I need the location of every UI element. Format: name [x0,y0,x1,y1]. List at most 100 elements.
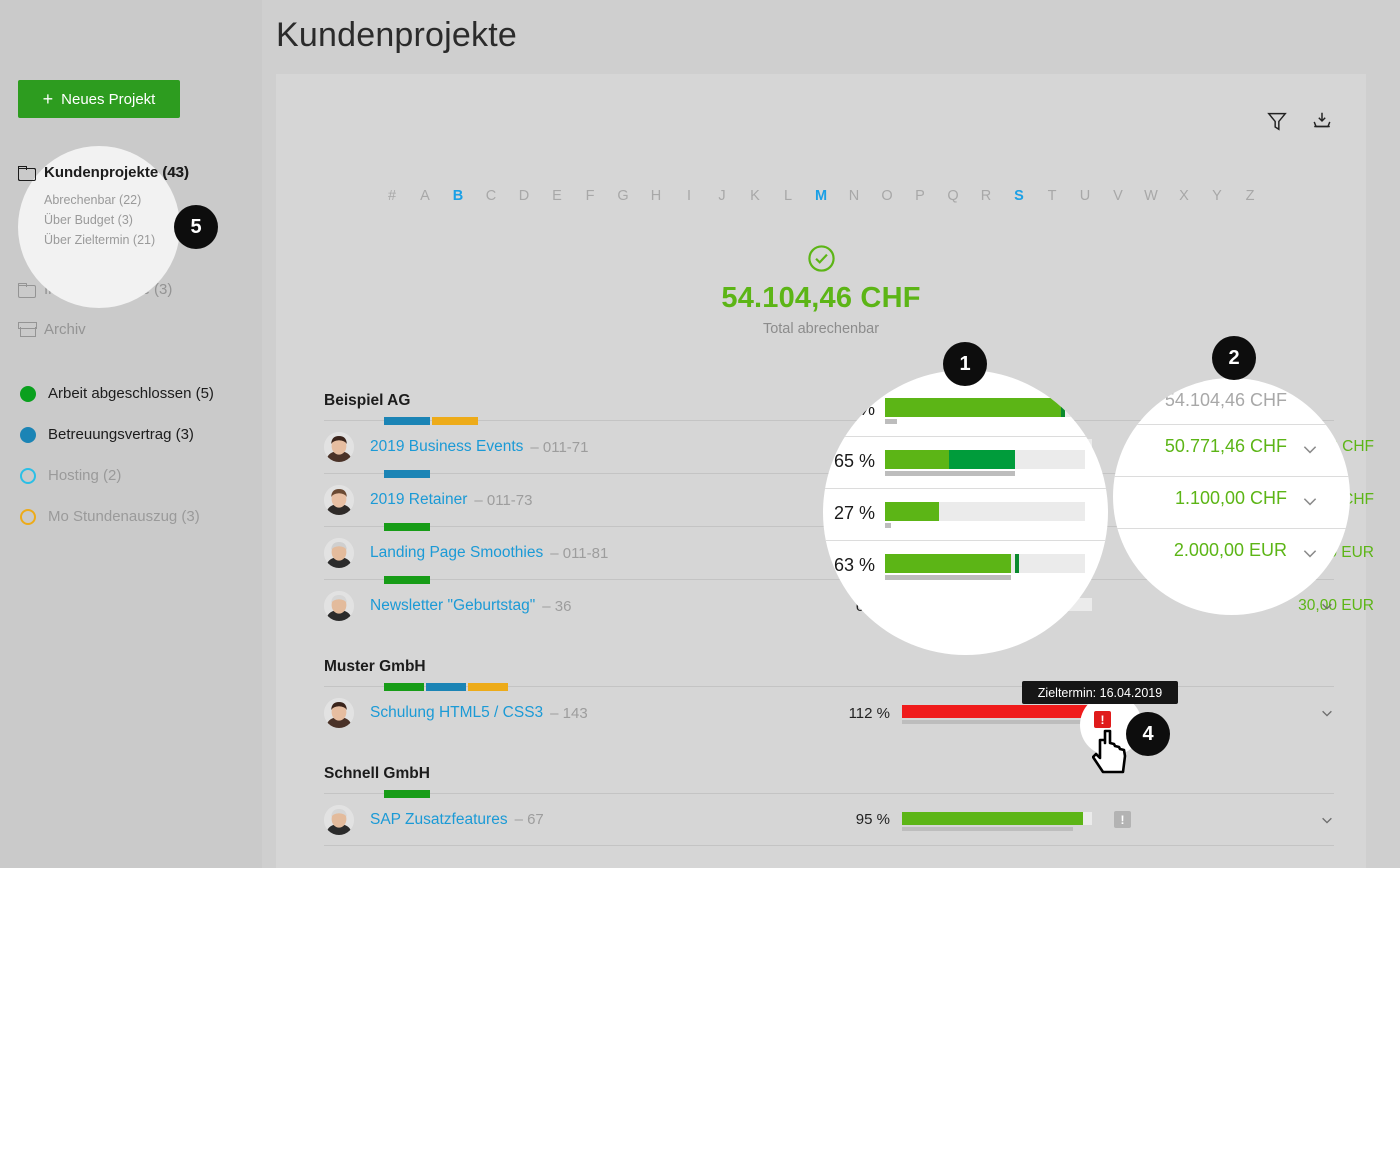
legend-item-betreuungsvertrag[interactable]: Betreuungsvertrag (3) [20,426,194,443]
check-circle-icon [276,244,1366,278]
warning-glyph: ! [1100,712,1105,727]
alpha-filter-l[interactable]: L [772,188,805,204]
alpha-filter-v[interactable]: V [1102,188,1135,204]
legend-item-arbeit-abgeschlossen[interactable]: Arbeit abgeschlossen (5) [20,385,214,402]
folder-icon [18,282,36,298]
avatar [324,538,354,568]
legend-item-mo-stundenauszug[interactable]: Mo Stundenauszug (3) [20,508,200,525]
alpha-filter-s[interactable]: S [1003,188,1036,204]
sidebar-item-archiv[interactable]: Archiv [18,321,86,338]
alpha-filter-hash[interactable]: # [376,188,409,204]
magnified-progress-content: 90 % 65 % 27 % 63 % [823,370,1108,655]
chevron-down-icon[interactable] [1301,440,1319,463]
project-number: – 36 [542,597,572,615]
alpha-filter-a[interactable]: A [409,188,442,204]
total-summary: 54.104,46 CHF Total abrechenbar [276,244,1366,337]
chevron-down-icon[interactable] [1320,599,1334,613]
sidebar-subitem-ueber-budget[interactable]: Über Budget (3) [44,210,189,230]
alpha-filter-y[interactable]: Y [1201,188,1234,204]
progress-bar[interactable] [885,398,1085,417]
chevron-down-icon[interactable] [1301,492,1319,515]
group-title-schnell-gmbh: Schnell GmbH [324,765,430,782]
sidebar-subitem-ueber-zieltermin[interactable]: Über Zieltermin (21) [44,230,189,250]
tag-segment [384,790,430,798]
sidebar: + Neues Projekt Kundenprojekte (43) Abre… [0,0,262,868]
progress-bar[interactable] [902,812,1092,831]
table-row[interactable]: Schulung HTML5 / CSS3 – 143 112 %! [324,683,1334,739]
table-row[interactable]: SAP Zusatzfeatures – 67 95 %! [324,790,1334,846]
legend-item-hosting[interactable]: Hosting (2) [20,467,121,484]
status-dot-icon [20,508,36,525]
alpha-filter-o[interactable]: O [871,188,904,204]
legend-label: Hosting (2) [48,467,122,484]
avatar [324,804,354,835]
project-tag-bar [384,470,430,478]
new-project-button[interactable]: + Neues Projekt [18,80,180,118]
callout-badge-5: 5 [174,205,218,249]
project-link[interactable]: 2019 Retainer [370,491,467,509]
progress-bar[interactable] [885,450,1085,469]
alpha-filter-f[interactable]: F [574,188,607,204]
total-caption: Total abrechenbar [762,321,880,337]
alpha-filter-q[interactable]: Q [937,188,970,204]
alpha-filter-c[interactable]: C [475,188,508,204]
folder-icon [18,165,36,181]
filter-icon[interactable] [1266,110,1288,137]
screenshot-root: Kundenprojekte + Neues Projekt Kundenpro… [0,0,1400,1157]
alpha-filter-r[interactable]: R [970,188,1003,204]
status-dot-icon [20,467,36,484]
progress-percent: 65 % [833,451,875,471]
alpha-filter-t[interactable]: T [1036,188,1069,204]
alpha-filter-x[interactable]: X [1168,188,1201,204]
legend-label: Arbeit abgeschlossen (5) [48,385,214,402]
avatar [324,698,354,728]
progress-bar[interactable] [885,502,1085,521]
alpha-filter-n[interactable]: N [838,188,871,204]
alpha-filter-k[interactable]: K [739,188,772,204]
alpha-filter-h[interactable]: H [640,188,673,204]
card-toolbar [1266,110,1334,137]
progress-bar[interactable] [885,554,1085,573]
project-link[interactable]: SAP Zusatzfeatures [370,811,508,829]
progress-percent: 112 % [848,704,890,722]
alpha-filter-p[interactable]: P [904,188,937,204]
tag-segment [432,417,478,425]
alpha-filter-u[interactable]: U [1069,188,1102,204]
sidebar-item-label: Kundenprojekte (43) [44,164,190,181]
sidebar-subitem-abrechenbar[interactable]: Abrechenbar (22) [44,190,189,210]
chevron-down-icon[interactable] [1320,813,1334,827]
alpha-filter-d[interactable]: D [508,188,541,204]
alpha-filter-j[interactable]: J [706,188,739,204]
download-icon[interactable] [1310,110,1334,137]
magnified-sidebar-content: Kundenprojekte (43) Abrechenbar (22) Übe… [18,164,189,250]
progress-percent: 95 % [855,811,890,828]
project-tag-bar [384,523,430,531]
project-link[interactable]: 2019 Business Events [370,438,523,456]
alpha-filter-g[interactable]: G [607,188,640,204]
project-amount: 50.771,46 CHF [1164,436,1287,456]
progress-fill-over [902,705,1092,718]
project-tag-bar [384,683,508,691]
project-link[interactable]: Landing Page Smoothies [370,544,543,562]
chevron-down-icon[interactable] [1320,706,1334,720]
nav-root-row[interactable]: Kundenprojekte (43) [18,164,189,181]
chevron-down-icon[interactable] [1301,544,1319,567]
project-amount: 2.000,00 EUR [1173,540,1287,560]
warning-badge-icon[interactable]: ! [1114,811,1131,828]
progress-fill-worked [902,812,1083,825]
project-number: – 143 [550,704,588,722]
alpha-filter-m[interactable]: M [805,188,838,204]
alpha-filter-w[interactable]: W [1135,188,1168,204]
alpha-filter-e[interactable]: E [541,188,574,204]
nav-root-row[interactable]: Archiv [18,321,86,338]
progress-percent: 63 % [833,555,875,575]
alpha-filter-z[interactable]: Z [1234,188,1267,204]
alpha-filter-b[interactable]: B [442,188,475,204]
tag-segment [384,523,430,531]
warning-badge-icon[interactable]: ! [1094,711,1111,728]
project-link[interactable]: Newsletter "Geburtstag" [370,597,535,615]
progress-bar[interactable] [902,705,1092,724]
project-link[interactable]: Schulung HTML5 / CSS3 [370,704,543,722]
project-number: – 011-71 [530,438,589,456]
alpha-filter-i[interactable]: I [673,188,706,204]
